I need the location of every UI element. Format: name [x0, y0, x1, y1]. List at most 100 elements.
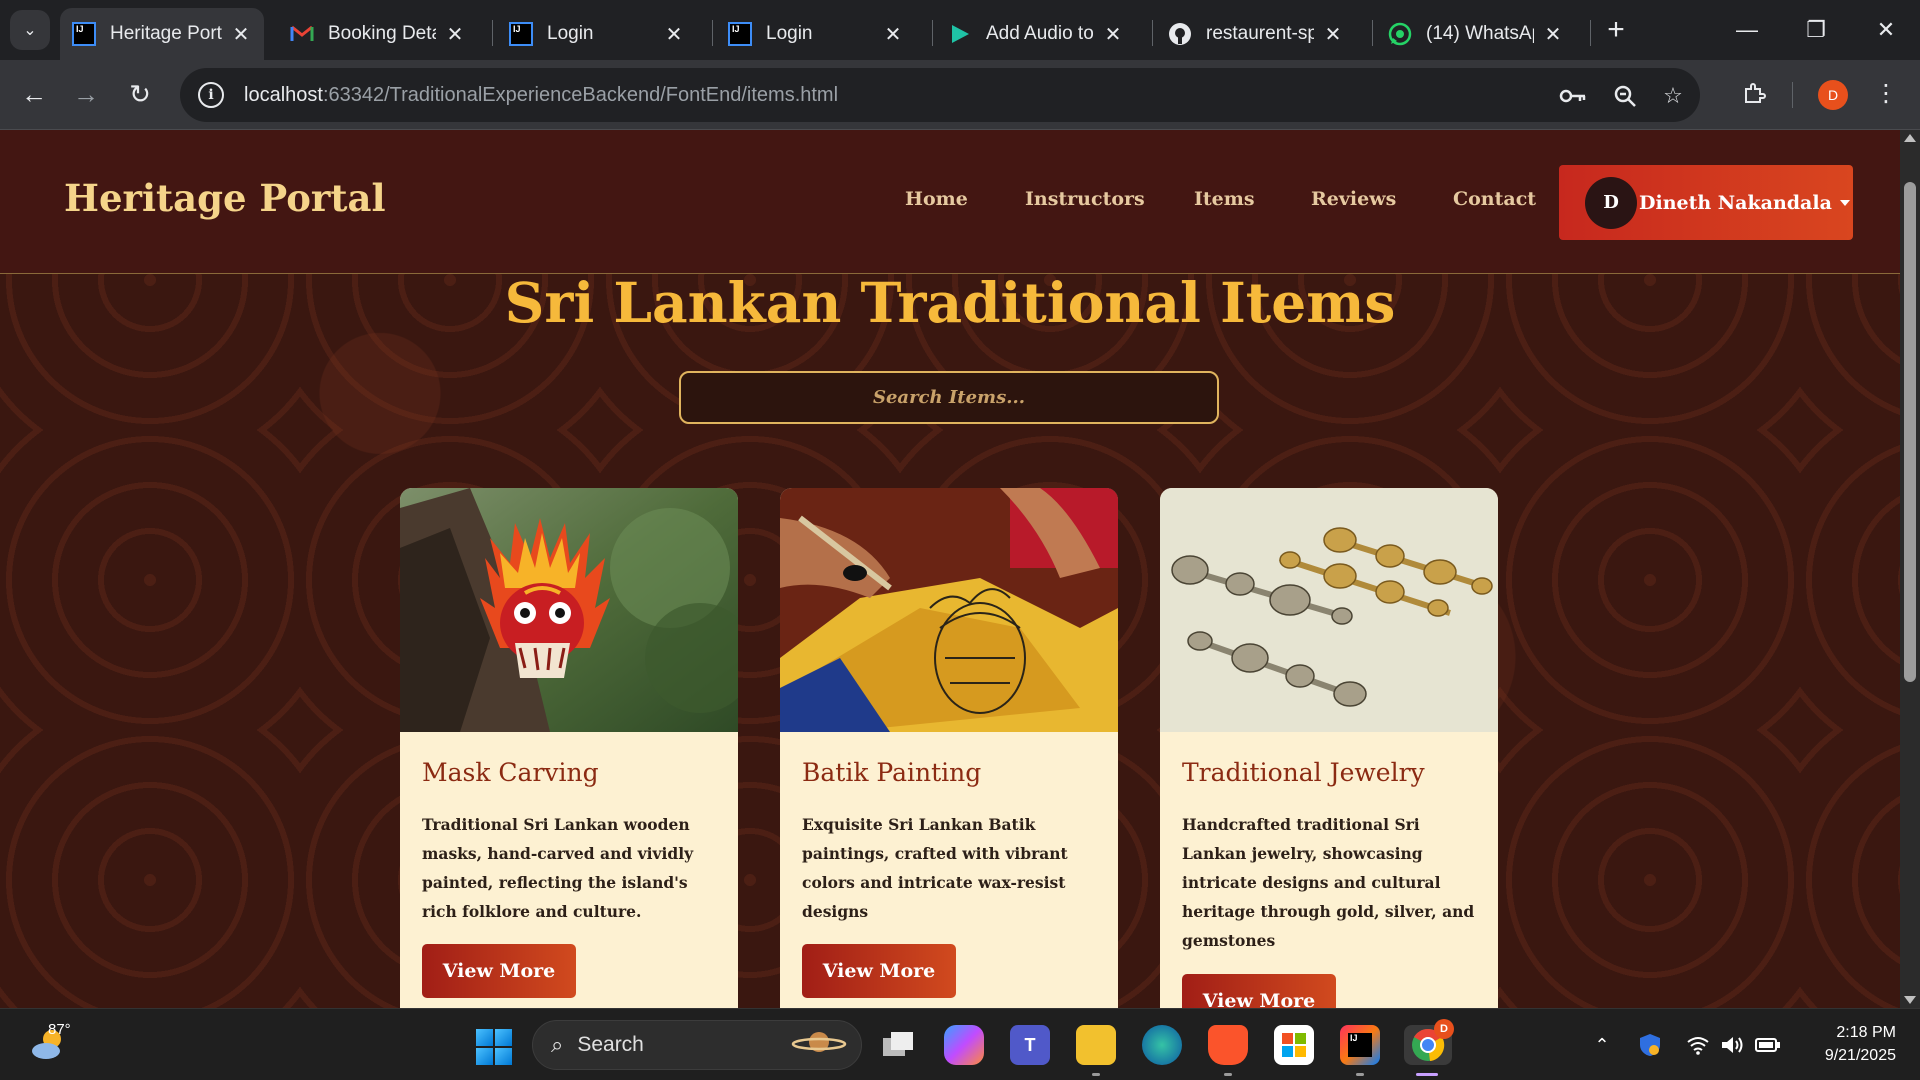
close-icon[interactable]: ✕: [663, 23, 685, 46]
tab-title: Login: [766, 23, 813, 44]
plus-icon: +: [1607, 13, 1625, 46]
zoom-icon[interactable]: [1610, 81, 1640, 111]
copilot-icon[interactable]: [944, 1025, 984, 1065]
view-more-button-mask[interactable]: View More: [422, 944, 576, 998]
user-menu-button[interactable]: D Dineth Nakandala: [1559, 165, 1853, 240]
toolbar-separator: [1792, 82, 1793, 108]
wifi-icon[interactable]: [1684, 1031, 1712, 1059]
batik-image: [780, 488, 1118, 732]
battery-icon[interactable]: [1754, 1031, 1782, 1059]
task-view-icon[interactable]: [878, 1025, 918, 1065]
close-icon: ✕: [1876, 17, 1896, 42]
tab-separator: [1152, 20, 1153, 46]
weather-temperature: 87°: [48, 1021, 71, 1038]
search-icon: ⌕: [551, 1032, 564, 1057]
microsoft-store-icon[interactable]: [1274, 1025, 1314, 1065]
nav-link-instructors[interactable]: Instructors: [1025, 188, 1145, 210]
minimize-icon: —: [1736, 17, 1758, 42]
arrow-left-icon: ←: [21, 78, 47, 109]
intellij-icon: IJ: [728, 22, 752, 46]
close-icon[interactable]: ✕: [1322, 23, 1344, 46]
nav-link-reviews[interactable]: Reviews: [1311, 188, 1396, 210]
intellij-icon: IJ: [509, 22, 533, 46]
tab-github[interactable]: restaurent-spr ✕: [1156, 8, 1356, 60]
user-avatar: D: [1585, 176, 1637, 229]
tab-login-1[interactable]: IJ Login ✕: [497, 8, 697, 60]
arrow-right-icon: →: [73, 78, 99, 109]
system-clock[interactable]: 2:18 PM 9/21/2025: [1800, 1021, 1896, 1067]
forward-button[interactable]: →: [66, 74, 106, 114]
clock-time: 2:18 PM: [1836, 1024, 1896, 1041]
tab-separator: [1590, 20, 1591, 46]
close-icon[interactable]: ✕: [444, 23, 466, 46]
address-bar[interactable]: i localhost:63342/TraditionalExperienceB…: [180, 68, 1700, 122]
scrollbar-thumb[interactable]: [1904, 182, 1916, 682]
chrome-icon[interactable]: D: [1404, 1019, 1454, 1065]
close-window-button[interactable]: ✕: [1866, 12, 1906, 48]
back-button[interactable]: ←: [14, 74, 54, 114]
card-description: Exquisite Sri Lankan Batik paintings, cr…: [802, 815, 1068, 921]
taskbar-search-label: Search: [577, 1033, 644, 1056]
intellij-icon[interactable]: IJ: [1340, 1025, 1380, 1065]
tab-title: Heritage Portal: [110, 23, 222, 44]
reload-icon: ↻: [129, 78, 151, 109]
tab-booking-details[interactable]: Booking Details ✕: [278, 8, 478, 60]
tab-separator: [712, 20, 713, 46]
tab-login-2[interactable]: IJ Login ✕: [716, 8, 916, 60]
card-description: Traditional Sri Lankan wooden masks, han…: [422, 815, 694, 921]
reload-button[interactable]: ↻: [120, 74, 160, 114]
view-more-button-jewelry[interactable]: View More: [1182, 974, 1336, 1008]
tab-separator: [492, 20, 493, 46]
key-icon[interactable]: [1558, 81, 1588, 111]
site-navbar: Heritage Portal Home Instructors Items R…: [0, 130, 1900, 274]
menu-dots-icon[interactable]: ⋮: [1868, 75, 1904, 111]
new-tab-button[interactable]: +: [1600, 13, 1632, 46]
windows-start-icon[interactable]: [476, 1029, 512, 1065]
page-viewport: Heritage Portal Home Instructors Items R…: [0, 130, 1900, 1008]
extensions-icon[interactable]: [1736, 75, 1772, 111]
volume-icon[interactable]: [1718, 1031, 1746, 1059]
profile-avatar[interactable]: D: [1818, 80, 1848, 110]
scroll-up-icon[interactable]: [1904, 134, 1916, 142]
tab-heritage-portal[interactable]: IJ Heritage Portal ✕: [60, 8, 264, 60]
page-scrollbar[interactable]: [1900, 130, 1920, 1008]
site-info-icon[interactable]: i: [198, 82, 224, 108]
tab-add-audio[interactable]: Add Audio to ✕: [936, 8, 1136, 60]
close-icon[interactable]: ✕: [230, 23, 252, 46]
shield-icon[interactable]: [1636, 1031, 1664, 1059]
gmail-icon: [290, 22, 314, 46]
brave-icon[interactable]: [1208, 1025, 1248, 1065]
intellij-icon: IJ: [72, 22, 96, 46]
card-title: Mask Carving: [422, 758, 599, 787]
page-title: Sri Lankan Traditional Items: [504, 270, 1396, 335]
browser-toolbar: ← → ↻ i localhost:63342/TraditionalExper…: [0, 60, 1920, 130]
whatsapp-icon: [1388, 22, 1412, 46]
scroll-down-icon[interactable]: [1904, 996, 1916, 1004]
edge-icon[interactable]: [1142, 1025, 1182, 1065]
teams-icon[interactable]: T: [1010, 1025, 1050, 1065]
taskbar-search[interactable]: ⌕ Search: [532, 1020, 862, 1070]
site-brand[interactable]: Heritage Portal: [64, 176, 386, 220]
tab-whatsapp[interactable]: (14) WhatsApp ✕: [1376, 8, 1576, 60]
nav-link-home[interactable]: Home: [905, 188, 968, 210]
restore-button[interactable]: ❐: [1796, 12, 1836, 48]
nav-link-contact[interactable]: Contact: [1453, 188, 1536, 210]
file-explorer-icon[interactable]: [1076, 1025, 1116, 1065]
chrome-profile-badge: D: [1434, 1019, 1454, 1039]
tab-search-button[interactable]: ⌄: [10, 10, 50, 50]
jewelry-image: [1160, 488, 1498, 732]
close-icon[interactable]: ✕: [882, 23, 904, 46]
search-input[interactable]: [679, 371, 1219, 424]
restore-icon: ❐: [1806, 17, 1826, 42]
close-icon[interactable]: ✕: [1102, 23, 1124, 46]
running-indicator: [1356, 1073, 1364, 1076]
close-icon[interactable]: ✕: [1542, 23, 1564, 46]
chevron-up-icon[interactable]: ⌃: [1588, 1031, 1616, 1059]
tab-title: (14) WhatsApp: [1426, 23, 1534, 44]
view-more-button-batik[interactable]: View More: [802, 944, 956, 998]
windows-taskbar: 87° ⌕ Search T IJ D ⌃ 2:18 PM 9/21/2025: [0, 1008, 1920, 1080]
nav-link-items[interactable]: Items: [1194, 188, 1255, 210]
minimize-button[interactable]: —: [1727, 12, 1767, 48]
star-icon[interactable]: ☆: [1658, 81, 1688, 111]
tab-title: Login: [547, 23, 594, 44]
